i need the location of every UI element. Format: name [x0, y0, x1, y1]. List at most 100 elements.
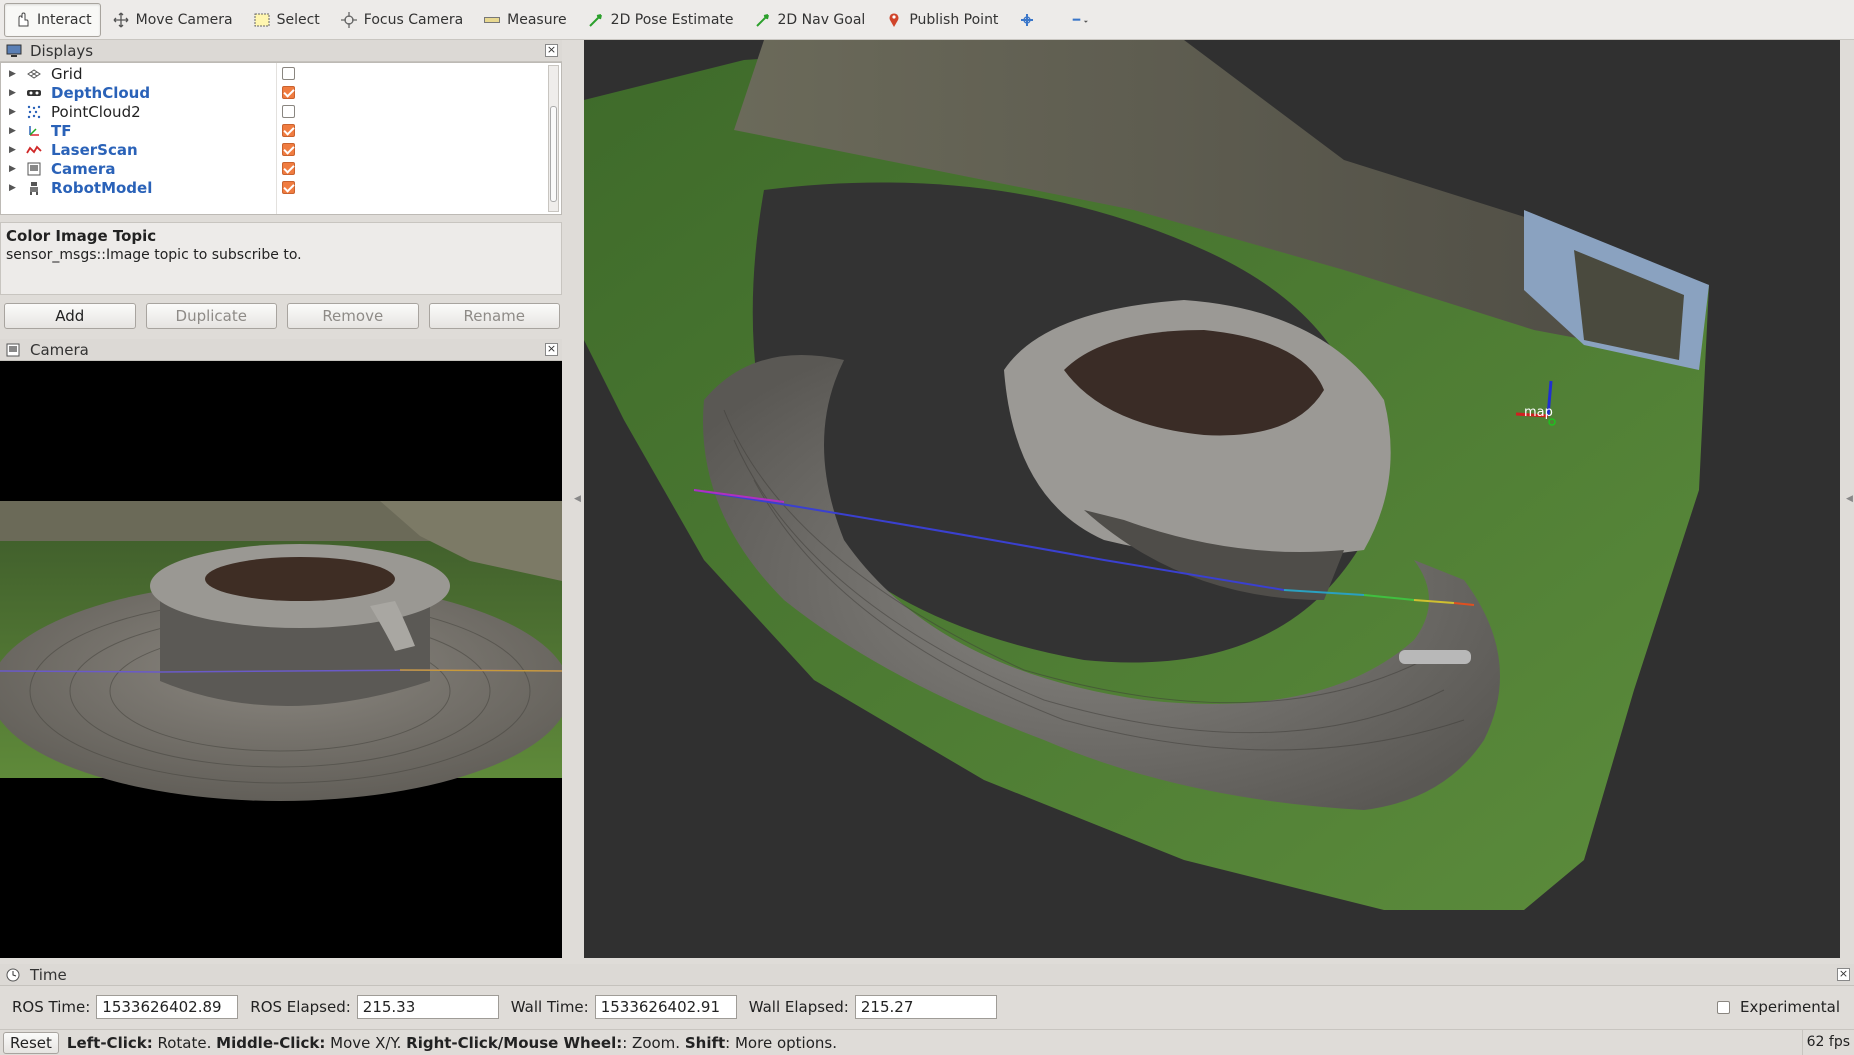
wall-time-field[interactable]: 1533626402.91: [594, 995, 737, 1019]
grid-icon: [25, 67, 43, 81]
camera-image-view[interactable]: [0, 361, 562, 958]
focus-camera-label: Focus Camera: [363, 11, 464, 28]
display-item-laserscan[interactable]: ▶ LaserScan: [1, 140, 549, 159]
publish-point-label: Publish Point: [909, 11, 999, 28]
reset-button[interactable]: Reset: [3, 1031, 59, 1054]
display-buttons: Add Duplicate Remove Rename: [4, 303, 560, 329]
expand-arrow-icon[interactable]: ▶: [9, 183, 23, 193]
expand-arrow-icon[interactable]: ▶: [9, 164, 23, 174]
laserscan-icon: [25, 143, 43, 157]
displays-scrollbar[interactable]: [548, 65, 559, 212]
publish-point-tool[interactable]: Publish Point: [876, 3, 1007, 37]
hint-left: Rotate.: [152, 1033, 217, 1052]
status-bar: Reset Left-Click: Rotate. Middle-Click: …: [0, 1029, 1854, 1055]
depthcloud-checkbox[interactable]: [282, 86, 295, 99]
displays-tree: ▶ Grid ▶ DepthCloud ▶ PointCloud2 ▶ TF ▶…: [0, 62, 562, 215]
move-camera-label: Move Camera: [135, 11, 233, 28]
displays-panel-title: Displays ×: [0, 40, 562, 62]
clock-icon: [6, 968, 22, 982]
focus-camera-tool[interactable]: Focus Camera: [331, 3, 472, 37]
display-item-depthcloud[interactable]: ▶ DepthCloud: [1, 83, 549, 102]
expand-arrow-icon[interactable]: ▶: [9, 88, 23, 98]
ros-time-label: ROS Time:: [12, 998, 91, 1016]
display-name: PointCloud2: [51, 102, 141, 121]
hint-shift: : More options.: [725, 1033, 837, 1052]
tf-axes-icon: [25, 124, 43, 138]
display-name: TF: [51, 121, 72, 140]
camera-checkbox[interactable]: [282, 162, 295, 175]
camera-image: [0, 501, 562, 801]
scrollbar-thumb[interactable]: [550, 106, 557, 202]
splitter-handle[interactable]: ◀: [574, 494, 581, 504]
green-arrow-icon: [587, 11, 605, 29]
ros-elapsed-field[interactable]: 215.33: [356, 995, 499, 1019]
camera-icon: [25, 162, 43, 176]
description-text: sensor_msgs::Image topic to subscribe to…: [6, 247, 302, 263]
splitter-handle-right[interactable]: ◀: [1846, 494, 1853, 504]
duplicate-button[interactable]: Duplicate: [145, 303, 277, 329]
time-panel-title: Time ×: [0, 964, 1854, 986]
time-fields: ROS Time: 1533626402.89 ROS Elapsed: 215…: [0, 990, 1854, 1024]
wall-elapsed-label: Wall Elapsed:: [748, 998, 849, 1016]
2d-nav-goal-tool[interactable]: 2D Nav Goal: [745, 3, 875, 37]
plus-crosshair-icon: [1018, 11, 1036, 29]
display-item-camera[interactable]: ▶ Camera: [1, 159, 549, 178]
hint-middle-key: Middle-Click:: [216, 1033, 326, 1052]
displays-title: Displays: [30, 41, 94, 60]
camera-panel-title: Camera ×: [0, 339, 562, 361]
close-time-icon[interactable]: ×: [1837, 968, 1850, 981]
add-tool-button[interactable]: [1009, 3, 1051, 37]
fps-counter: 62 fps: [1801, 1030, 1854, 1055]
focus-crosshair-icon: [340, 11, 358, 29]
ros-time-field[interactable]: 1533626402.89: [96, 995, 239, 1019]
add-button[interactable]: Add: [4, 303, 136, 329]
expand-arrow-icon[interactable]: ▶: [9, 126, 23, 136]
display-item-grid[interactable]: ▶ Grid: [1, 64, 549, 83]
pointcloud2-checkbox[interactable]: [282, 105, 295, 118]
display-name: Grid: [51, 64, 83, 83]
display-name: Camera: [51, 159, 116, 178]
2d-pose-estimate-tool[interactable]: 2D Pose Estimate: [578, 3, 743, 37]
display-item-tf[interactable]: ▶ TF: [1, 121, 549, 140]
experimental-checkbox[interactable]: [1716, 1000, 1730, 1014]
rename-button[interactable]: Rename: [428, 303, 560, 329]
monitor-icon: [6, 44, 22, 58]
select-tool[interactable]: Select: [244, 3, 329, 37]
hand-cursor-icon: [13, 11, 31, 29]
hint-middle: Move X/Y.: [325, 1033, 407, 1052]
tf-checkbox[interactable]: [282, 124, 295, 137]
property-description: Color Image Topic sensor_msgs::Image top…: [0, 222, 562, 295]
hint-right: : Zoom.: [622, 1033, 685, 1052]
robotmodel-checkbox[interactable]: [282, 181, 295, 194]
pointcloud-icon: [25, 105, 43, 119]
grid-checkbox[interactable]: [282, 67, 295, 80]
wall-time-label: Wall Time:: [510, 998, 589, 1016]
remove-tool-menu[interactable]: [1063, 3, 1105, 37]
toolbar: Interact Move Camera Select Focus Camera…: [0, 0, 1854, 40]
tf-frame-label: map: [1524, 405, 1553, 420]
ruler-icon: [483, 11, 501, 29]
display-item-pointcloud2[interactable]: ▶ PointCloud2: [1, 102, 549, 121]
close-camera-icon[interactable]: ×: [545, 343, 558, 356]
close-displays-icon[interactable]: ×: [545, 44, 558, 57]
robot-icon: [25, 181, 43, 195]
move-camera-tool[interactable]: Move Camera: [103, 3, 242, 37]
experimental-label: Experimental: [1739, 998, 1840, 1016]
display-item-robotmodel[interactable]: ▶ RobotModel: [1, 178, 549, 197]
measure-tool[interactable]: Measure: [474, 3, 576, 37]
time-title: Time: [30, 965, 67, 984]
select-rectangle-icon: [253, 11, 271, 29]
expand-arrow-icon[interactable]: ▶: [9, 69, 23, 79]
depthcloud-icon: [25, 86, 43, 100]
expand-arrow-icon[interactable]: ▶: [9, 107, 23, 117]
map-pin-icon: [885, 11, 903, 29]
hint-shift-key: Shift: [684, 1033, 726, 1052]
remove-button[interactable]: Remove: [287, 303, 419, 329]
render-3d-view[interactable]: map: [584, 40, 1840, 958]
experimental-option[interactable]: Experimental: [1716, 998, 1840, 1016]
hint-right-key: Right-Click/Mouse Wheel:: [406, 1033, 623, 1052]
expand-arrow-icon[interactable]: ▶: [9, 145, 23, 155]
interact-tool[interactable]: Interact: [4, 2, 101, 37]
laserscan-checkbox[interactable]: [282, 143, 295, 156]
wall-elapsed-field[interactable]: 215.27: [854, 995, 997, 1019]
